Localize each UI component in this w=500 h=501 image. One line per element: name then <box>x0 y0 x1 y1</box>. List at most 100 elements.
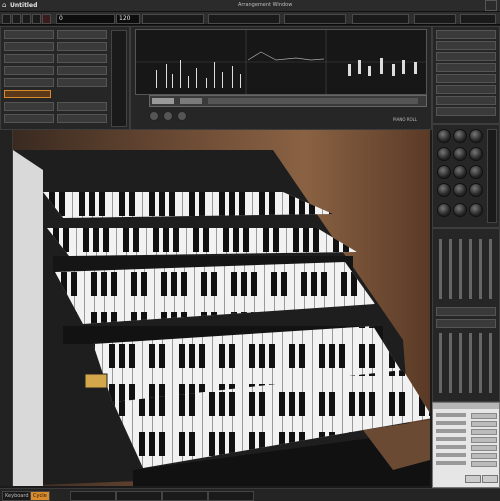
inspector-row[interactable] <box>57 54 107 63</box>
selected-track-strip[interactable] <box>4 90 51 98</box>
dialog-line <box>436 429 466 433</box>
eq-knob[interactable] <box>453 147 467 161</box>
filter-knob[interactable] <box>469 183 483 197</box>
browser-row[interactable] <box>436 96 496 105</box>
play-button[interactable] <box>32 14 41 24</box>
dialog-field[interactable] <box>471 421 497 427</box>
settings-dialog <box>432 402 500 488</box>
channel-fader[interactable] <box>449 239 452 299</box>
browser-row[interactable] <box>436 30 496 39</box>
inspector-row[interactable] <box>4 30 54 39</box>
inspector-row[interactable] <box>57 114 107 123</box>
inspector-row[interactable] <box>4 42 54 51</box>
fx-knob[interactable] <box>437 203 451 217</box>
eq-knob[interactable] <box>469 147 483 161</box>
toolbar-button-group-4[interactable] <box>352 14 409 24</box>
mixer-fader-panel <box>432 228 500 402</box>
channel-fader[interactable] <box>469 239 472 299</box>
channel-fader[interactable] <box>489 333 492 393</box>
dialog-field[interactable] <box>471 461 497 467</box>
timeline-scroller[interactable] <box>149 95 427 107</box>
dialog-cancel-button[interactable] <box>465 475 481 483</box>
dialog-field[interactable] <box>471 445 497 451</box>
dialog-field[interactable] <box>471 453 497 459</box>
channel-fader[interactable] <box>479 239 482 299</box>
position-display: 0 <box>56 14 115 24</box>
midi-graph[interactable] <box>135 29 427 95</box>
send-knob[interactable] <box>453 129 467 143</box>
inspector-row[interactable] <box>4 78 54 87</box>
zoom-out-button[interactable] <box>163 111 173 121</box>
toolbar-button-group[interactable] <box>142 14 204 24</box>
send-knob[interactable] <box>469 129 483 143</box>
gain-knob[interactable] <box>437 165 451 179</box>
fit-button[interactable] <box>177 111 187 121</box>
dialog-title-bar <box>433 403 499 409</box>
channel-fader[interactable] <box>459 333 462 393</box>
app-menu-title[interactable]: Untitled <box>10 0 37 11</box>
dialog-line <box>436 437 466 441</box>
filter-knob[interactable] <box>437 183 451 197</box>
browser-row[interactable] <box>436 74 496 83</box>
status-bar: Keyboard Cycle <box>0 488 500 501</box>
keyboard-viewport <box>13 130 430 486</box>
inspector-row[interactable] <box>4 66 54 75</box>
channel-fader[interactable] <box>439 239 442 299</box>
inspector-row[interactable] <box>4 114 54 123</box>
eq-knob[interactable] <box>437 147 451 161</box>
inspector-row[interactable] <box>57 30 107 39</box>
browser-row[interactable] <box>436 41 496 50</box>
dialog-line <box>436 461 466 465</box>
dialog-field[interactable] <box>471 437 497 443</box>
stop-button[interactable] <box>22 14 31 24</box>
record-button[interactable] <box>42 14 51 24</box>
channel-fader[interactable] <box>469 333 472 393</box>
editor-panel: PIANO ROLL <box>130 26 432 130</box>
toolbar-button-group-2[interactable] <box>208 14 280 24</box>
close-icon[interactable] <box>485 0 497 11</box>
fx-knob[interactable] <box>453 203 467 217</box>
channel-fader[interactable] <box>459 239 462 299</box>
track-list-strip[interactable] <box>0 130 13 486</box>
browser-row[interactable] <box>436 63 496 72</box>
browser-row[interactable] <box>436 107 496 116</box>
inspector-scrollbar[interactable] <box>111 30 127 127</box>
organ-keyboard-illustration <box>13 150 430 486</box>
fx-knob[interactable] <box>469 203 483 217</box>
forward-button[interactable] <box>12 14 21 24</box>
channel-fader[interactable] <box>449 333 452 393</box>
tempo-display[interactable]: 120 <box>116 14 140 24</box>
channel-fader[interactable] <box>489 239 492 299</box>
inspector-row[interactable] <box>4 54 54 63</box>
toolbar-button-group-3[interactable] <box>284 14 346 24</box>
inspector-row[interactable] <box>57 102 107 111</box>
manual-2 <box>47 228 357 256</box>
channel-row[interactable] <box>436 319 496 328</box>
knob-panel-scrollbar[interactable] <box>487 129 497 223</box>
gain-knob[interactable] <box>469 165 483 179</box>
channel-row[interactable] <box>436 307 496 316</box>
gain-knob[interactable] <box>453 165 467 179</box>
browser-row[interactable] <box>436 85 496 94</box>
inspector-row[interactable] <box>57 78 107 87</box>
pan-knob[interactable] <box>437 129 451 143</box>
midi-event-graph <box>136 30 426 94</box>
dialog-ok-button[interactable] <box>482 475 498 483</box>
inspector-row[interactable] <box>57 42 107 51</box>
toolbar-button-group-5[interactable] <box>414 14 456 24</box>
channel-fader[interactable] <box>439 333 442 393</box>
toolbar-button-group-6[interactable] <box>460 14 496 24</box>
dialog-field[interactable] <box>471 429 497 435</box>
inspector-row[interactable] <box>57 66 107 75</box>
browser-row[interactable] <box>436 52 496 61</box>
rewind-button[interactable] <box>2 14 11 24</box>
inspector-row[interactable] <box>4 102 54 111</box>
transport-toolbar: 0 120 <box>0 12 500 25</box>
zoom-in-button[interactable] <box>149 111 159 121</box>
scroller-segment <box>180 98 202 104</box>
scroller-handle[interactable] <box>152 98 174 104</box>
dialog-field[interactable] <box>471 413 497 419</box>
scroller-track <box>208 98 418 104</box>
filter-knob[interactable] <box>453 183 467 197</box>
channel-fader[interactable] <box>479 333 482 393</box>
